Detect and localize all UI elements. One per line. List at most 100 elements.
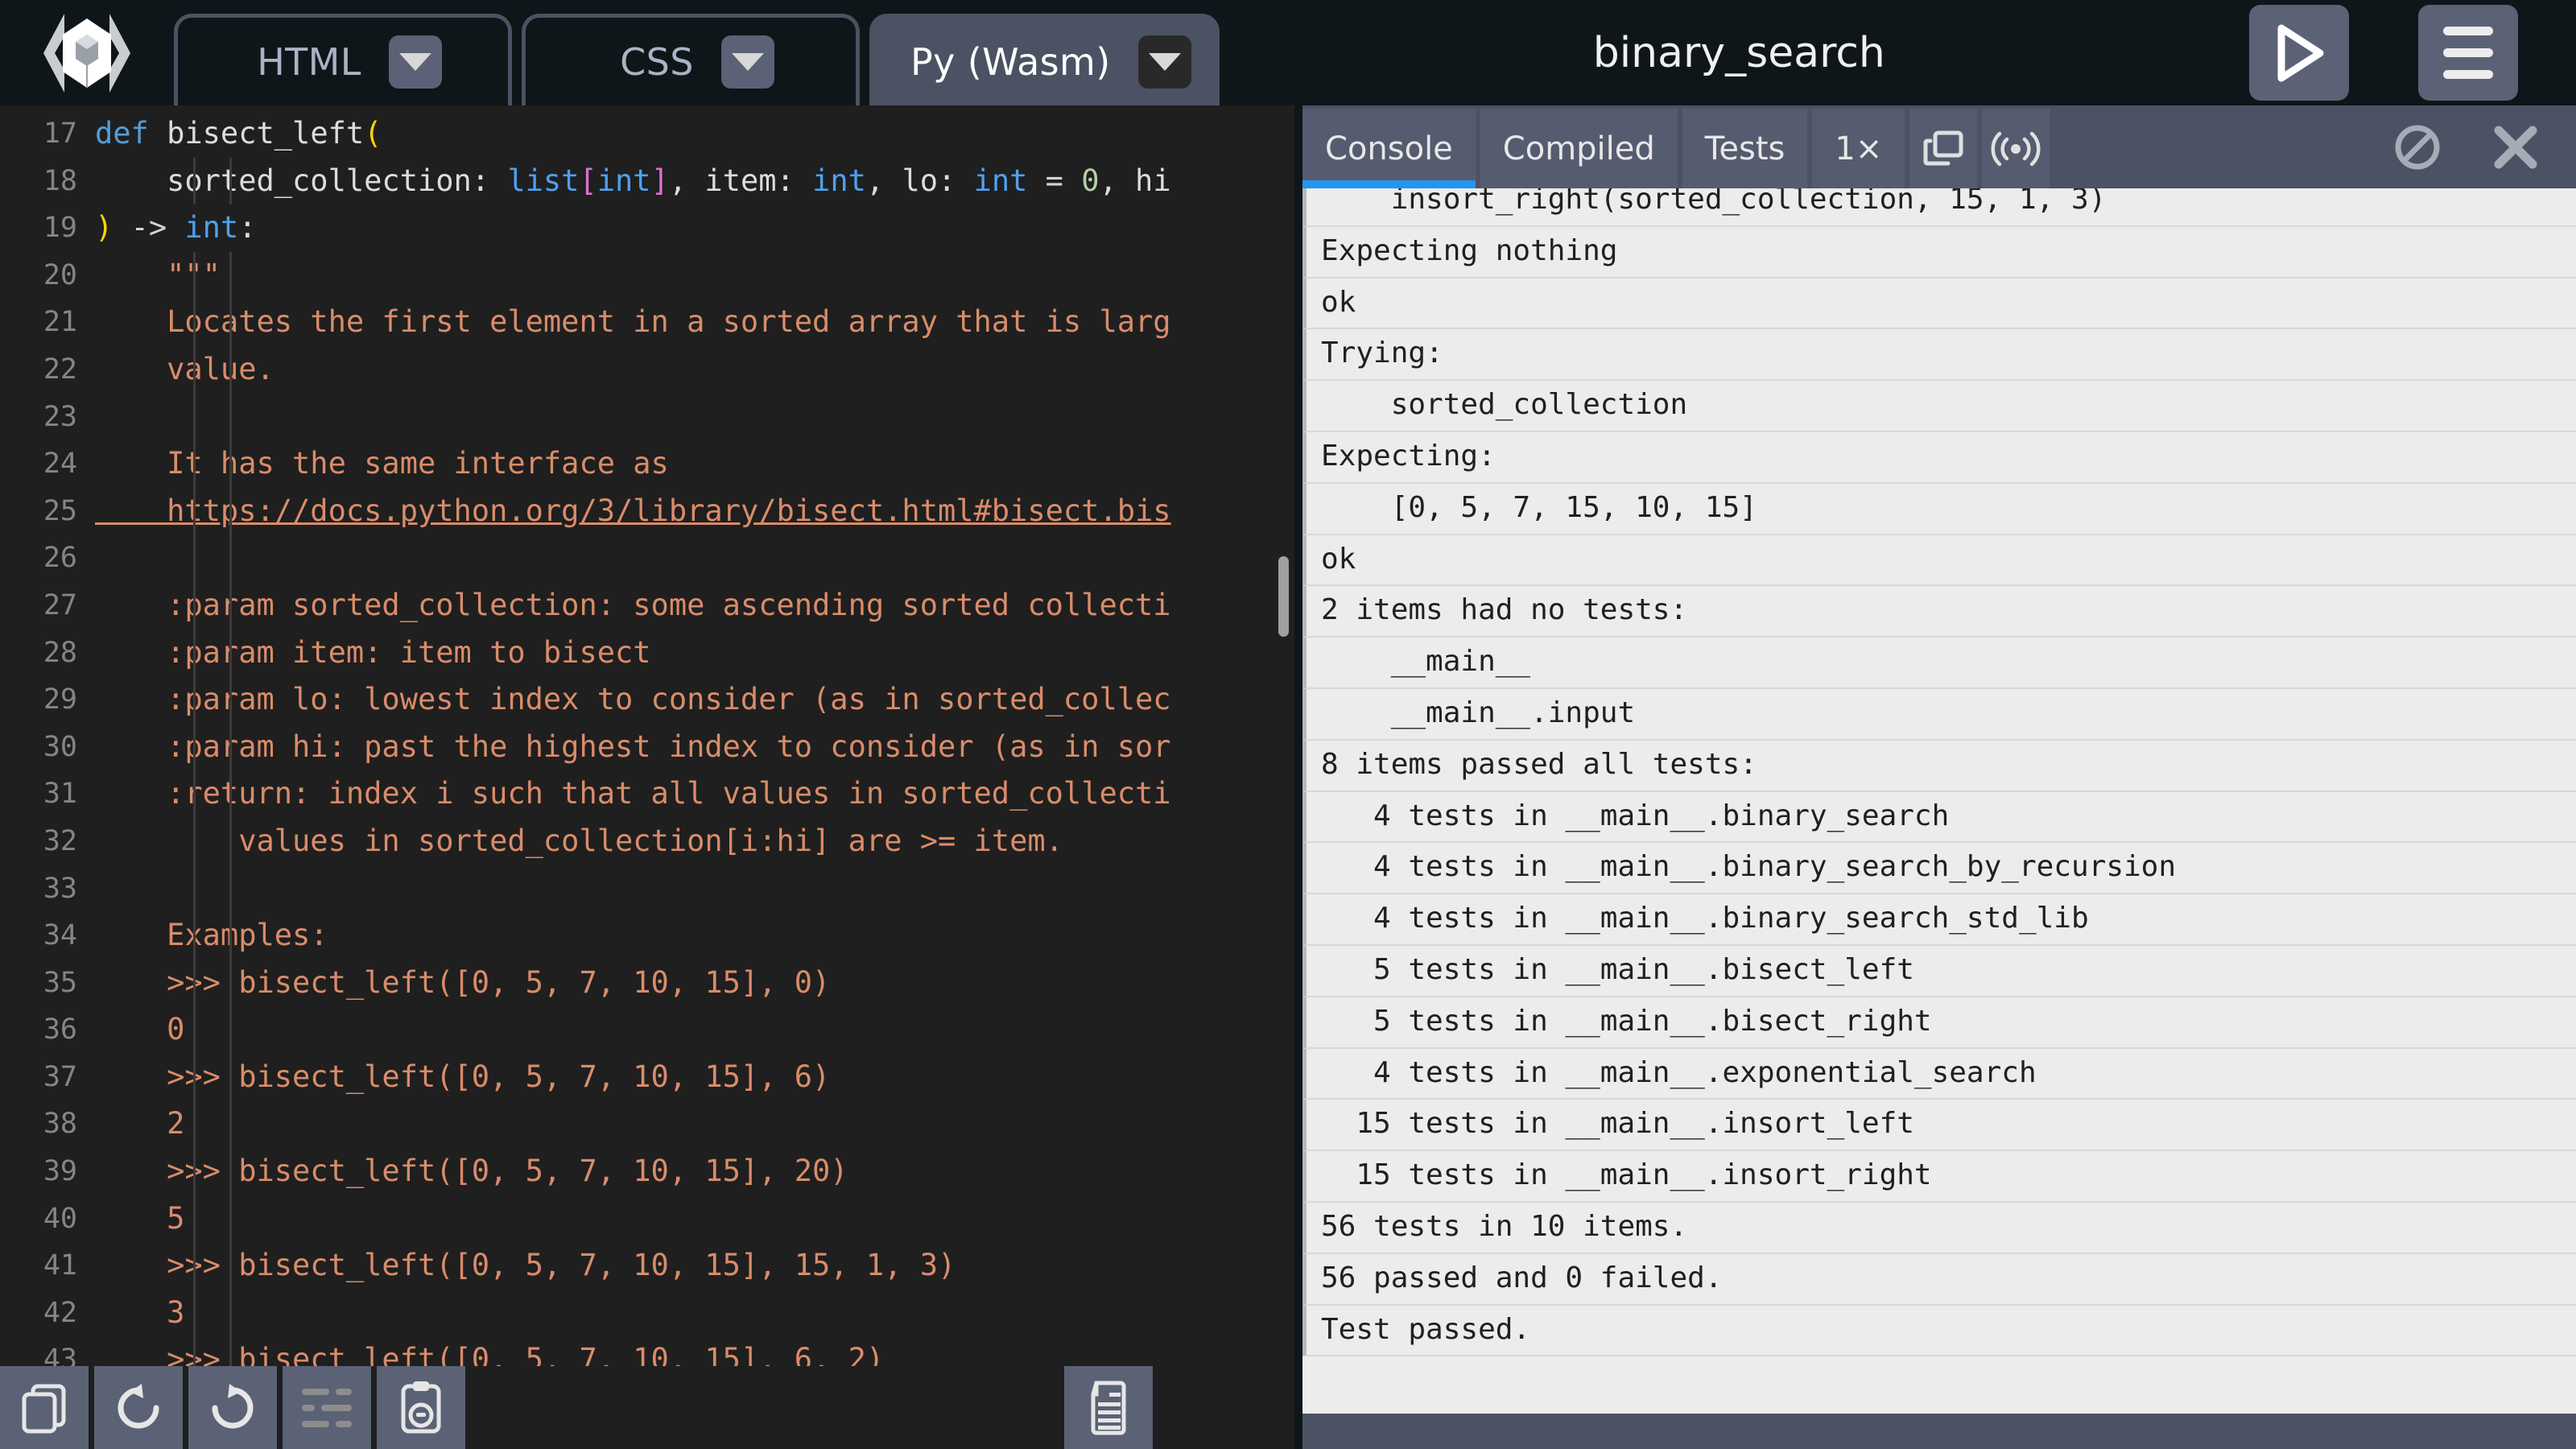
console-line: Trying: [1302, 329, 2576, 382]
app-root: HTML CSS Py (Wasm) binary_search 17 def … [0, 0, 2576, 1449]
clear-console-button[interactable] [2392, 122, 2442, 175]
indent-guide [193, 535, 196, 582]
code-line-content: 2 [95, 1100, 1294, 1149]
duplicate-button[interactable] [0, 1366, 89, 1449]
editor-vertical-scrollbar[interactable] [1278, 556, 1289, 637]
indent-guide [193, 629, 196, 677]
tab-html-label: HTML [257, 39, 361, 84]
menu-button[interactable] [2418, 5, 2518, 101]
code-token: , hi [1099, 163, 1171, 198]
code-token: Locates the first element in a sorted ar… [95, 304, 1171, 340]
console-line: 15 tests in __main__.insort_right [1302, 1151, 2576, 1203]
indent-guide [229, 1148, 232, 1195]
tab-compiled[interactable]: Compiled [1480, 109, 1678, 188]
redo-button[interactable] [188, 1366, 277, 1449]
console-line-list: insort_right(sorted_collection, 15, 1, 3… [1302, 188, 2576, 1357]
code-text: sorted_collection: list[int], item: int,… [95, 163, 1171, 198]
tab-console[interactable]: Console [1302, 109, 1476, 188]
code-text: value. [95, 352, 275, 386]
run-button[interactable] [2249, 5, 2349, 101]
code-line: 22 value. [0, 345, 1294, 394]
line-number: 29 [43, 683, 77, 716]
code-line-content: def bisect_left( [95, 110, 1294, 158]
code-line: 27 :param sorted_collection: some ascend… [0, 581, 1294, 630]
indent-guide [229, 865, 232, 913]
console-line: 4 tests in __main__.binary_search [1302, 791, 2576, 844]
console-footer-strip [1302, 1414, 2576, 1449]
tab-html[interactable]: HTML [174, 14, 512, 105]
line-number: 38 [43, 1108, 77, 1141]
code-line: 43 >>> bisect_left([0, 5, 7, 10, 15], 6,… [0, 1336, 1294, 1366]
code-text: :param lo: lowest index to consider (as … [95, 682, 1170, 716]
undo-button[interactable] [94, 1366, 183, 1449]
tab-speed[interactable]: 1× [1812, 109, 1905, 188]
code-text: >>> bisect_left([0, 5, 7, 10, 15], 6) [95, 1059, 830, 1094]
tab-css[interactable]: CSS [522, 14, 860, 105]
document-button[interactable] [1064, 1366, 1153, 1449]
code-line: 42 3 [0, 1289, 1294, 1337]
pane-divider[interactable] [1294, 105, 1302, 1449]
code-token: , lo: [865, 163, 974, 198]
tab-tests[interactable]: Tests [1682, 109, 1808, 188]
code-line: 41 >>> bisect_left([0, 5, 7, 10, 15], 15… [0, 1242, 1294, 1290]
code-text: """ [95, 258, 221, 292]
code-text: Examples: [95, 918, 328, 952]
code-token: It has the same interface as [95, 446, 669, 481]
code-line: 19) -> int: [0, 204, 1294, 252]
chevron-down-icon [1148, 52, 1181, 71]
code-text: 2 [95, 1106, 184, 1141]
console-line: __main__.input [1302, 688, 2576, 741]
indent-guide [193, 157, 196, 205]
code-token: ( [364, 116, 382, 151]
indent-guide [229, 1289, 232, 1337]
line-number: 28 [43, 636, 77, 669]
hamburger-menu-icon [2443, 27, 2493, 79]
code-token: :param item: item to bisect [95, 634, 651, 670]
code-text: It has the same interface as [95, 446, 669, 481]
code-editor[interactable]: 17 def bisect_left(18 sorted_collection: … [0, 105, 1294, 1366]
code-token: def [95, 116, 167, 151]
line-number: 26 [43, 542, 77, 575]
tab-html-dropdown[interactable] [388, 35, 442, 89]
indent-guide [229, 1195, 232, 1243]
indent-guide [229, 1053, 232, 1101]
code-token: = [1027, 163, 1082, 198]
tab-py-wasm-dropdown[interactable] [1137, 35, 1191, 89]
code-text: >>> bisect_left([0, 5, 7, 10, 15], 15, 1… [95, 1248, 956, 1282]
code-line: 37 >>> bisect_left([0, 5, 7, 10, 15], 6) [0, 1053, 1294, 1101]
code-text: :param sorted_collection: some ascending… [95, 588, 1170, 622]
code-text: 3 [95, 1295, 184, 1330]
code-line: 21 Locates the first element in a sorted… [0, 299, 1294, 346]
paste-link-button[interactable] [377, 1366, 465, 1449]
tab-css-dropdown[interactable] [720, 35, 774, 89]
close-console-button[interactable] [2491, 122, 2541, 175]
document-title-zone: binary_search [1229, 0, 2249, 105]
broadcast-button[interactable] [1982, 109, 2050, 188]
tab-css-label: CSS [620, 39, 694, 84]
indent-guide [193, 817, 196, 865]
indent-guide [229, 345, 232, 394]
code-token: -> [113, 210, 185, 246]
console-line: [0, 5, 7, 15, 10, 15] [1302, 483, 2576, 535]
code-token: >>> bisect_left([0, 5, 7, 10, 15], 0) [95, 964, 831, 1000]
code-token: 0 [95, 1012, 185, 1047]
copy-window-icon [1923, 130, 1963, 165]
format-lines-button[interactable] [283, 1366, 371, 1449]
editor-bottom-toolbar [0, 1366, 1294, 1449]
console-line: ok [1302, 278, 2576, 330]
line-number: 23 [43, 400, 77, 433]
line-number: 31 [43, 778, 77, 811]
code-text: >>> bisect_left([0, 5, 7, 10, 15], 20) [95, 1154, 848, 1188]
code-editor-pane: 17 def bisect_left(18 sorted_collection: … [0, 105, 1294, 1449]
line-number: 34 [43, 919, 77, 952]
indent-guide [229, 1006, 232, 1054]
indent-guide [229, 1336, 232, 1366]
copy-window-button[interactable] [1909, 109, 1978, 188]
code-token: [ [579, 163, 597, 198]
broadcast-icon [1991, 131, 2041, 166]
console-output[interactable]: insort_right(sorted_collection, 15, 1, 3… [1302, 188, 2576, 1414]
line-number: 39 [43, 1155, 77, 1188]
tab-py-wasm[interactable]: Py (Wasm) [869, 14, 1220, 105]
app-logo[interactable] [0, 0, 174, 105]
close-icon [2494, 126, 2537, 168]
